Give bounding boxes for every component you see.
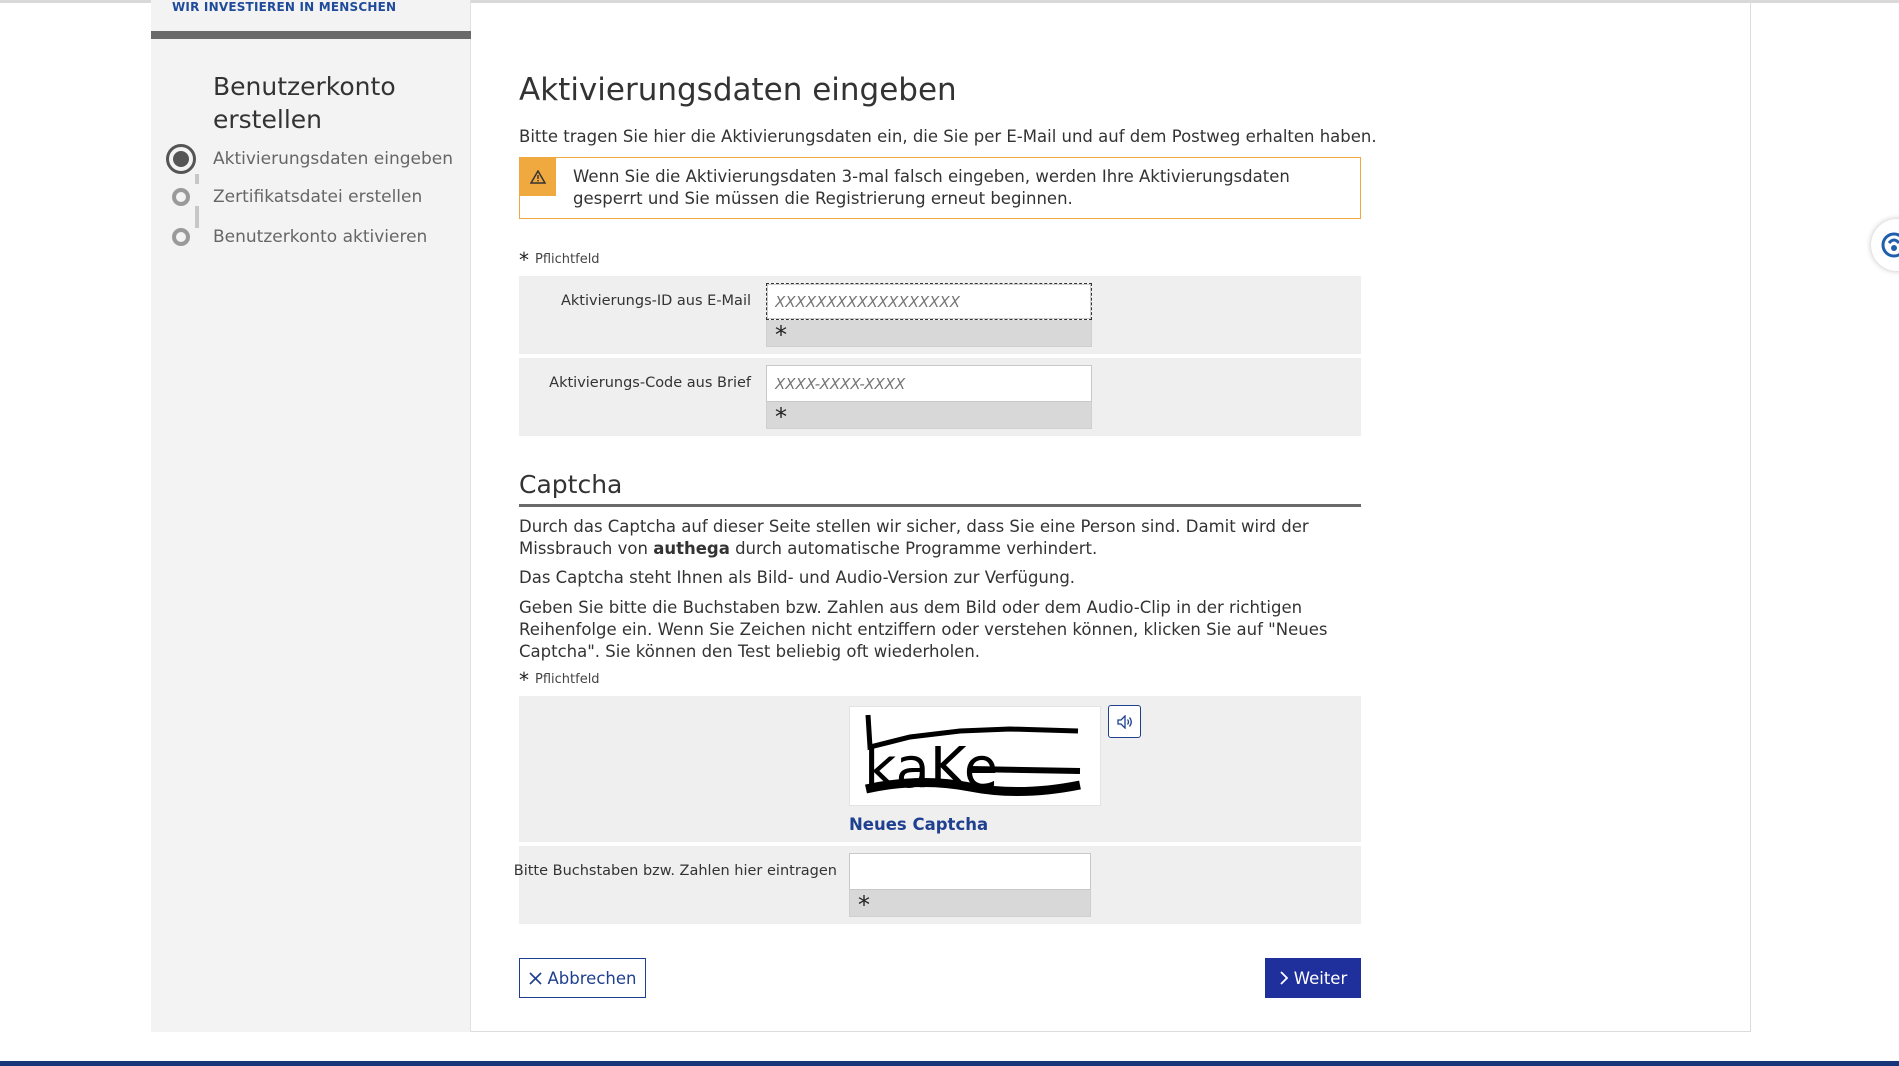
step-pending-icon	[172, 188, 190, 206]
captcha-divider	[519, 504, 1361, 507]
next-button-label: Weiter	[1293, 968, 1348, 988]
authega-brand-text: authega	[653, 539, 730, 558]
captcha-heading: Captcha	[519, 470, 623, 499]
form-row-activation-id: Aktivierungs-ID aus E-Mail *	[519, 276, 1361, 354]
cancel-button-label: Abbrechen	[547, 968, 637, 988]
required-note: * Pflichtfeld	[519, 668, 600, 692]
activation-id-label: Aktivierungs-ID aus E-Mail	[560, 293, 751, 309]
required-indicator: *	[766, 402, 1092, 431]
asterisk-icon: *	[775, 403, 787, 431]
next-button[interactable]: Weiter	[1265, 958, 1361, 998]
captcha-image-row: kaKe Neues Captcha	[519, 696, 1361, 842]
footer-bar	[0, 1061, 1899, 1066]
asterisk-icon: *	[858, 891, 870, 919]
activation-code-input[interactable]	[766, 365, 1092, 402]
step-pending-icon	[172, 228, 190, 246]
captcha-paragraph-1: Durch das Captcha auf dieser Seite stell…	[519, 516, 1361, 560]
chevron-right-icon	[1280, 971, 1288, 985]
accessibility-widget-icon	[1881, 232, 1899, 258]
cancel-button[interactable]: Abbrechen	[519, 958, 646, 998]
warning-box: Wenn Sie die Aktivierungsdaten 3-mal fal…	[519, 157, 1361, 219]
close-icon	[528, 971, 542, 985]
form-row-activation-code: Aktivierungs-Code aus Brief *	[519, 358, 1361, 436]
captcha-p1-text-end: durch automatische Programme verhindert.	[729, 539, 1098, 558]
form-row-captcha-input: Bitte Buchstaben bzw. Zahlen hier eintra…	[514, 846, 1361, 924]
activation-id-field: *	[766, 283, 1092, 349]
captcha-input-label: Bitte Buchstaben bzw. Zahlen hier eintra…	[513, 863, 837, 879]
required-note: * Pflichtfeld	[519, 248, 600, 272]
accessibility-widget[interactable]	[1871, 219, 1899, 271]
captcha-input[interactable]	[849, 853, 1091, 890]
captcha-image: kaKe	[849, 706, 1101, 806]
step-certificate-file: Zertifikatsdatei erstellen	[166, 182, 466, 212]
activation-code-field: *	[766, 365, 1092, 431]
required-indicator: *	[849, 890, 1091, 919]
new-captcha-link[interactable]: Neues Captcha	[849, 815, 988, 834]
captcha-field: *	[849, 853, 1091, 919]
sidebar-title: Benutzerkonto erstellen	[213, 72, 396, 134]
captcha-text: kaKe	[864, 736, 998, 801]
warning-triangle-icon	[520, 158, 556, 196]
required-note-label: Pflichtfeld	[535, 672, 600, 687]
captcha-paragraph-3: Geben Sie bitte die Buchstaben bzw. Zahl…	[519, 598, 1328, 661]
activation-code-label: Aktivierungs-Code aus Brief	[549, 375, 751, 391]
brand-slogan: WIR INVESTIEREN IN MENSCHEN	[172, 0, 397, 14]
speaker-icon	[1116, 714, 1132, 729]
activation-id-input[interactable]	[766, 283, 1092, 320]
warning-text: Wenn Sie die Aktivierungsdaten 3-mal fal…	[573, 167, 1290, 208]
asterisk-icon: *	[519, 248, 529, 272]
required-note-label: Pflichtfeld	[535, 252, 600, 267]
step-label: Zertifikatsdatei erstellen	[213, 187, 423, 207]
sidebar-divider	[151, 31, 471, 39]
step-activate-account: Benutzerkonto aktivieren	[166, 222, 466, 252]
page-title: Aktivierungsdaten eingeben	[519, 72, 957, 108]
sidebar: WIR INVESTIEREN IN MENSCHEN Benutzerkont…	[151, 0, 471, 1032]
required-indicator: *	[766, 320, 1092, 349]
step-label: Benutzerkonto aktivieren	[213, 227, 428, 247]
step-current-icon	[166, 144, 196, 174]
asterisk-icon: *	[775, 321, 787, 349]
intro-text: Bitte tragen Sie hier die Aktivierungsda…	[519, 127, 1377, 146]
step-label: Aktivierungsdaten eingeben	[213, 149, 454, 169]
asterisk-icon: *	[519, 668, 529, 692]
audio-captcha-button[interactable]	[1108, 705, 1141, 738]
step-activation-data: Aktivierungsdaten eingeben	[166, 144, 466, 174]
captcha-paragraph-2: Das Captcha steht Ihnen als Bild- und Au…	[519, 568, 1076, 587]
